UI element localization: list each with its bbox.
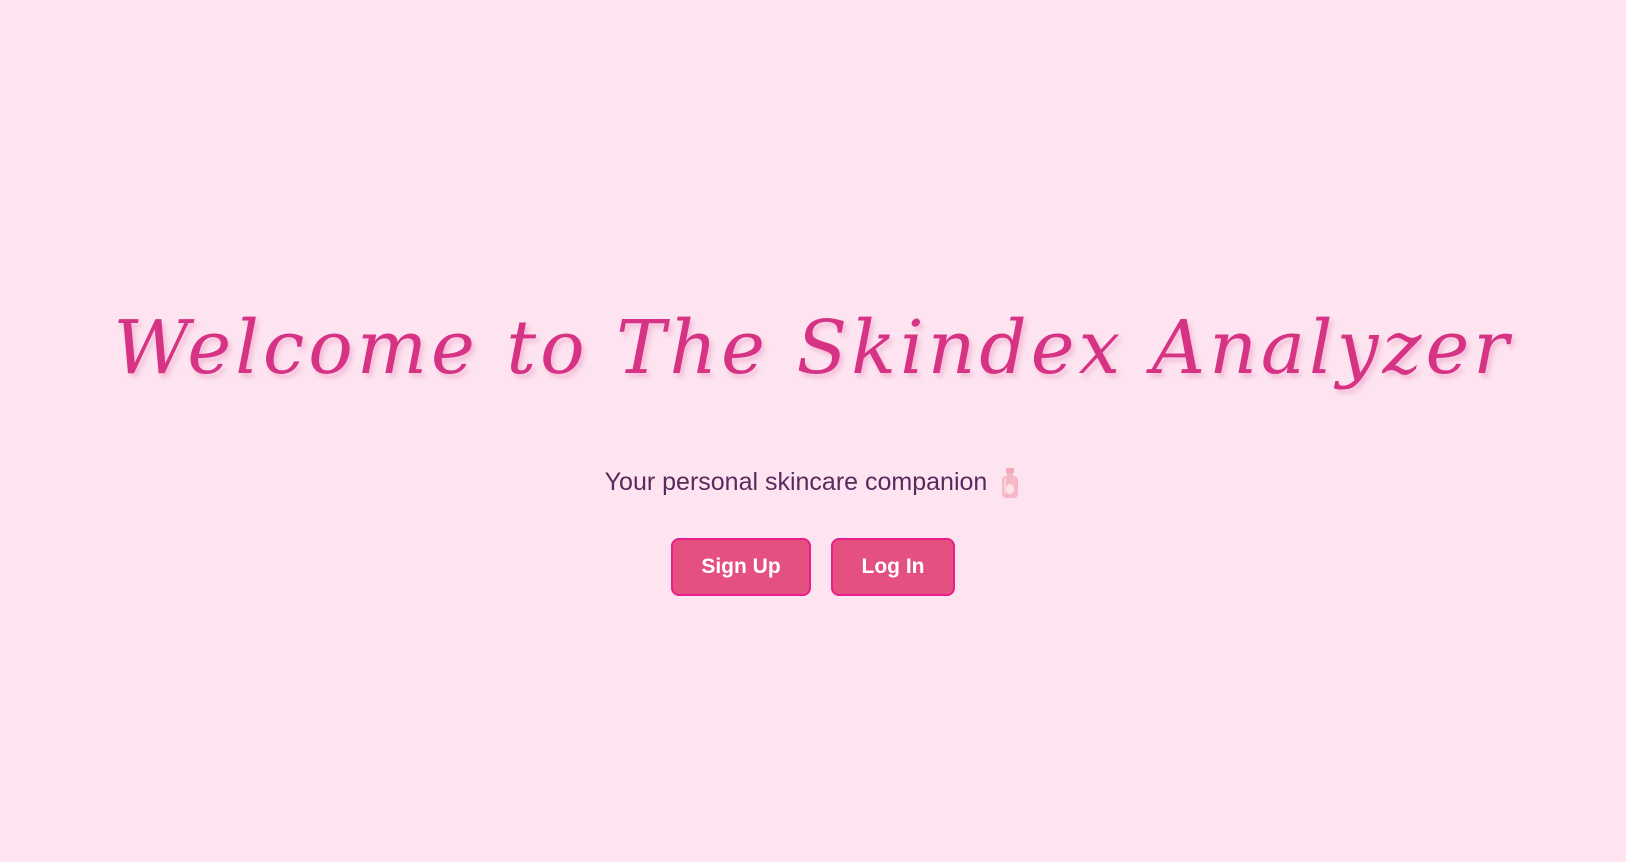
page-subtitle: Your personal skincare companion	[604, 468, 988, 496]
sign-up-button[interactable]: Sign Up	[671, 538, 811, 596]
auth-buttons: Sign Up Log In	[0, 538, 1626, 596]
page-title: Welcome to The Skindex Analyzer	[113, 305, 1513, 391]
landing-page: Welcome to The Skindex Analyzer Your per…	[0, 0, 1626, 862]
lotion-bottle-icon	[999, 467, 1021, 499]
subtitle-row: Your personal skincare companion	[0, 464, 1626, 500]
log-in-button[interactable]: Log In	[831, 538, 955, 596]
